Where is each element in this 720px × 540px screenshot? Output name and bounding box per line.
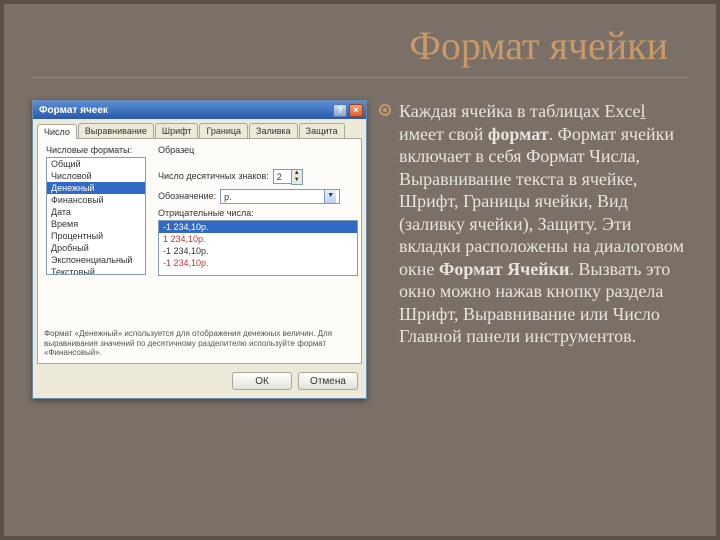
tab-border[interactable]: Граница <box>199 123 248 138</box>
close-button[interactable]: × <box>349 104 363 117</box>
list-item[interactable]: Дата <box>47 206 145 218</box>
decimals-stepper[interactable]: 2 ▲▼ <box>273 169 303 185</box>
chevron-down-icon[interactable]: ▼ <box>292 177 302 184</box>
ok-button[interactable]: ОК <box>232 372 292 390</box>
page-title: Формат ячейки <box>32 22 688 78</box>
list-item[interactable]: Экспоненциальный <box>47 254 145 266</box>
tab-fill[interactable]: Заливка <box>249 123 298 138</box>
list-item[interactable]: Процентный <box>47 230 145 242</box>
decimals-value[interactable]: 2 <box>273 169 291 184</box>
symbol-label: Обозначение: <box>158 191 216 201</box>
list-item[interactable]: Время <box>47 218 145 230</box>
cancel-button[interactable]: Отмена <box>298 372 358 390</box>
list-item[interactable]: Числовой <box>47 170 145 182</box>
symbol-select[interactable]: р. ▼ <box>220 189 340 204</box>
body-text: Каждая ячейка в таблицах Excel имеет сво… <box>399 100 688 348</box>
format-description: Формат «Денежный» используется для отобр… <box>42 327 357 359</box>
list-item[interactable]: 1 234,10р. <box>159 233 357 245</box>
list-item[interactable]: -1 234,10р. <box>159 257 357 269</box>
tab-panel-number: Числовые форматы: Общий Числовой Денежны… <box>37 138 362 364</box>
list-item[interactable]: Дробный <box>47 242 145 254</box>
bullet-item: Каждая ячейка в таблицах Excel имеет сво… <box>379 100 688 348</box>
slide: Формат ячейки Формат ячеек ? × Число Выр… <box>0 0 720 540</box>
chevron-up-icon[interactable]: ▲ <box>292 170 302 177</box>
list-item[interactable]: Текстовый <box>47 266 145 275</box>
content-row: Формат ячеек ? × Число Выравнивание Шриф… <box>32 100 688 399</box>
bullet-icon <box>379 104 391 116</box>
neg-label: Отрицательные числа: <box>158 208 358 218</box>
symbol-value: р. <box>224 192 232 202</box>
formats-label: Числовые форматы: <box>46 145 146 155</box>
left-column: Формат ячеек ? × Число Выравнивание Шриф… <box>32 100 367 399</box>
list-item[interactable]: -1 234,10р. <box>159 221 357 233</box>
negatives-list[interactable]: -1 234,10р. 1 234,10р. -1 234,10р. -1 23… <box>158 220 358 276</box>
decimals-label: Число десятичных знаков: <box>158 171 269 181</box>
tab-number[interactable]: Число <box>37 124 77 139</box>
list-item[interactable]: -1 234,10р. <box>159 245 357 257</box>
right-column: Каждая ячейка в таблицах Excel имеет сво… <box>379 100 688 399</box>
dialog-title: Формат ячеек <box>39 105 108 116</box>
list-item[interactable]: Общий <box>47 158 145 170</box>
dialog-format-cells: Формат ячеек ? × Число Выравнивание Шриф… <box>32 100 367 399</box>
chevron-down-icon[interactable]: ▼ <box>324 190 336 203</box>
list-item[interactable]: Финансовый <box>47 194 145 206</box>
tab-protect[interactable]: Защита <box>299 123 345 138</box>
formats-list[interactable]: Общий Числовой Денежный Финансовый Дата … <box>46 157 146 275</box>
tab-alignment[interactable]: Выравнивание <box>78 123 154 138</box>
help-button[interactable]: ? <box>333 104 347 117</box>
sample-label: Образец <box>158 145 358 155</box>
dialog-titlebar[interactable]: Формат ячеек ? × <box>33 101 366 119</box>
tab-strip: Число Выравнивание Шрифт Граница Заливка… <box>33 119 366 138</box>
list-item[interactable]: Денежный <box>47 182 145 194</box>
tab-font[interactable]: Шрифт <box>155 123 199 138</box>
